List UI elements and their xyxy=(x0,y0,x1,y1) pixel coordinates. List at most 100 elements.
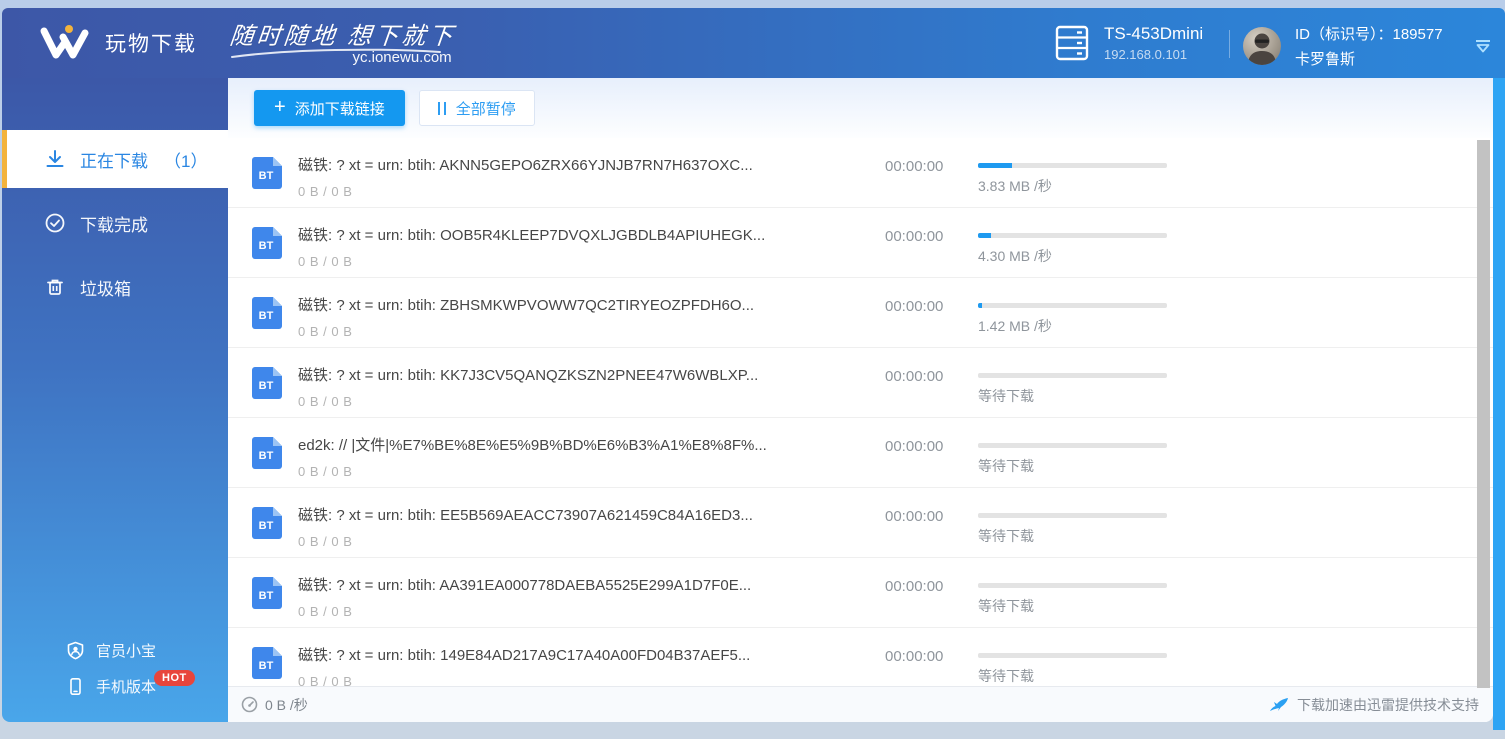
bt-file-icon: BT xyxy=(252,227,282,259)
user-account[interactable]: ID（标识号）：189577 卡罗鲁斯 xyxy=(1243,23,1443,69)
download-status: 4.30 MB /秒 xyxy=(978,248,1052,264)
download-time: 00:00:00 xyxy=(885,368,944,385)
bt-file-icon: BT xyxy=(252,507,282,539)
xunlei-note: 下载加速由迅雷提供技术支持 xyxy=(1297,696,1479,713)
sidebar-footer-label: 官员小宝 xyxy=(96,642,157,660)
add-download-button[interactable]: + 添加下载链接 xyxy=(254,90,405,126)
trash-icon xyxy=(47,279,63,295)
bt-file-icon: BT xyxy=(252,367,282,399)
main-panel: + 添加下载链接 全部暂停 BT 磁铁: ? xt = urn: btih: A… xyxy=(228,78,1493,722)
download-row[interactable]: BT 磁铁: ? xt = urn: btih: KK7J3CV5QANQZKS… xyxy=(228,348,1493,418)
download-title: 磁铁: ? xt = urn: btih: EE5B569AEACC73907A… xyxy=(298,507,753,524)
xunlei-note-group: 下载加速由迅雷提供技术支持 xyxy=(1269,695,1479,715)
sidebar-item-label: 下载完成 xyxy=(80,215,148,235)
progress-fill xyxy=(978,303,982,308)
progress-bar xyxy=(978,443,1167,448)
progress-bar xyxy=(978,653,1167,658)
nas-device-icon xyxy=(1055,25,1089,61)
phone-icon xyxy=(70,677,81,695)
sidebar-footer-label: 手机版本 xyxy=(96,678,157,696)
bt-file-icon: BT xyxy=(252,577,282,609)
user-id: ID（标识号）：189577 xyxy=(1295,26,1443,43)
scrollbar-thumb[interactable] xyxy=(1477,140,1490,688)
progress-bar xyxy=(978,303,1167,308)
download-row[interactable]: BT ed2k: // |文件|%E7%BE%8E%E5%9B%BD%E6%B3… xyxy=(228,418,1493,488)
download-row[interactable]: BT 磁铁: ? xt = urn: btih: ZBHSMKWPVOWW7QC… xyxy=(228,278,1493,348)
sidebar-item-downloading[interactable]: 正在下载 （1） xyxy=(2,130,228,188)
svg-text:BT: BT xyxy=(259,590,274,602)
sidebar-item-support[interactable]: 官员小宝 xyxy=(2,632,228,668)
download-status: 等待下载 xyxy=(978,388,1034,404)
download-time: 00:00:00 xyxy=(885,438,944,455)
total-speed-group: 0 B /秒 xyxy=(241,695,308,715)
svg-text:BT: BT xyxy=(259,660,274,672)
sidebar-item-label: 正在下载 xyxy=(80,151,148,171)
app-window: 正在下载 （1） 下载完成 垃圾箱 官员小宝 手机版本 HOT + 添加下载链接… xyxy=(2,78,1493,722)
download-status: 1.42 MB /秒 xyxy=(978,318,1052,334)
download-size: 0 B / 0 B xyxy=(298,604,353,619)
download-status: 等待下载 xyxy=(978,458,1034,474)
svg-text:BT: BT xyxy=(259,380,274,392)
download-time: 00:00:00 xyxy=(885,578,944,595)
bt-file-icon: BT xyxy=(252,437,282,469)
dropdown-caret-icon[interactable] xyxy=(1474,38,1492,54)
desktop-background: 玩物下载 随时随地 想下就下 yc.ionewu.com TS-453Dmini… xyxy=(0,0,1505,739)
download-row[interactable]: BT 磁铁: ? xt = urn: btih: OOB5R4KLEEP7DVQ… xyxy=(228,208,1493,278)
download-size: 0 B / 0 B xyxy=(298,534,353,549)
download-title: 磁铁: ? xt = urn: btih: ZBHSMKWPVOWW7QC2TI… xyxy=(298,297,755,314)
nas-device-ip: 192.168.0.101 xyxy=(1104,47,1188,62)
svg-text:BT: BT xyxy=(259,170,274,182)
download-icon xyxy=(46,150,64,167)
svg-text:BT: BT xyxy=(259,520,274,532)
bt-file-icon: BT xyxy=(252,297,282,329)
check-circle-icon xyxy=(45,213,65,233)
download-time: 00:00:00 xyxy=(885,298,944,315)
nas-device-info: TS-453Dmini 192.168.0.101 xyxy=(1054,23,1203,63)
download-time: 00:00:00 xyxy=(885,158,944,175)
download-title: 磁铁: ? xt = urn: btih: OOB5R4KLEEP7DVQXLJ… xyxy=(298,227,766,244)
progress-bar xyxy=(978,583,1167,588)
download-status: 等待下载 xyxy=(978,528,1034,544)
header-divider xyxy=(1229,30,1230,58)
progress-bar xyxy=(978,373,1167,378)
sidebar: 正在下载 （1） 下载完成 垃圾箱 官员小宝 手机版本 HOT xyxy=(2,78,228,722)
avatar-image xyxy=(1248,33,1276,65)
sidebar-item-label: 垃圾箱 xyxy=(80,279,131,299)
progress-bar xyxy=(978,163,1167,168)
download-row[interactable]: BT 磁铁: ? xt = urn: btih: AKNN5GEPO6ZRX66… xyxy=(228,138,1493,208)
download-title: 磁铁: ? xt = urn: btih: 149E84AD217A9C17A4… xyxy=(298,647,751,664)
download-row[interactable]: BT 磁铁: ? xt = urn: btih: EE5B569AEACC739… xyxy=(228,488,1493,558)
download-title: 磁铁: ? xt = urn: btih: AA391EA000778DAEBA… xyxy=(298,577,752,594)
user-name: 卡罗鲁斯 xyxy=(1295,51,1356,68)
download-size: 0 B / 0 B xyxy=(298,394,353,409)
download-status: 等待下载 xyxy=(978,668,1034,684)
slogan-site-url: yc.ionewu.com xyxy=(352,49,452,66)
slogan-text: 随时随地 想下就下 xyxy=(228,23,457,50)
hot-badge: HOT xyxy=(154,670,195,686)
sidebar-item-mobile-version[interactable]: 手机版本 HOT xyxy=(2,668,228,704)
avatar[interactable] xyxy=(1243,27,1281,65)
slogan: 随时随地 想下就下 yc.ionewu.com xyxy=(228,16,457,66)
sidebar-nav: 正在下载 （1） 下载完成 垃圾箱 xyxy=(2,130,228,316)
download-size: 0 B / 0 B xyxy=(298,464,353,479)
download-title: 磁铁: ? xt = urn: btih: AKNN5GEPO6ZRX66YJN… xyxy=(298,157,753,174)
download-status: 3.83 MB /秒 xyxy=(978,178,1052,194)
download-time: 00:00:00 xyxy=(885,508,944,525)
sidebar-item-count: （1） xyxy=(164,151,208,171)
sidebar-item-completed[interactable]: 下载完成 xyxy=(2,194,228,252)
bt-file-icon: BT xyxy=(252,647,282,679)
sidebar-item-trash[interactable]: 垃圾箱 xyxy=(2,258,228,316)
download-size: 0 B / 0 B xyxy=(298,324,353,339)
shield-person-icon xyxy=(67,641,84,659)
progress-bar xyxy=(978,233,1167,238)
svg-text:BT: BT xyxy=(259,450,274,462)
progress-fill xyxy=(978,163,1013,168)
pause-icon xyxy=(437,101,446,115)
app-header: 玩物下载 随时随地 想下就下 yc.ionewu.com TS-453Dmini… xyxy=(2,8,1505,78)
plus-icon: + xyxy=(274,96,286,118)
sidebar-footer: 官员小宝 手机版本 HOT xyxy=(2,632,228,704)
download-row[interactable]: BT 磁铁: ? xt = urn: btih: AA391EA000778DA… xyxy=(228,558,1493,628)
right-edge-strip xyxy=(1493,78,1505,730)
pause-all-label: 全部暂停 xyxy=(455,100,516,118)
pause-all-button[interactable]: 全部暂停 xyxy=(418,90,535,126)
